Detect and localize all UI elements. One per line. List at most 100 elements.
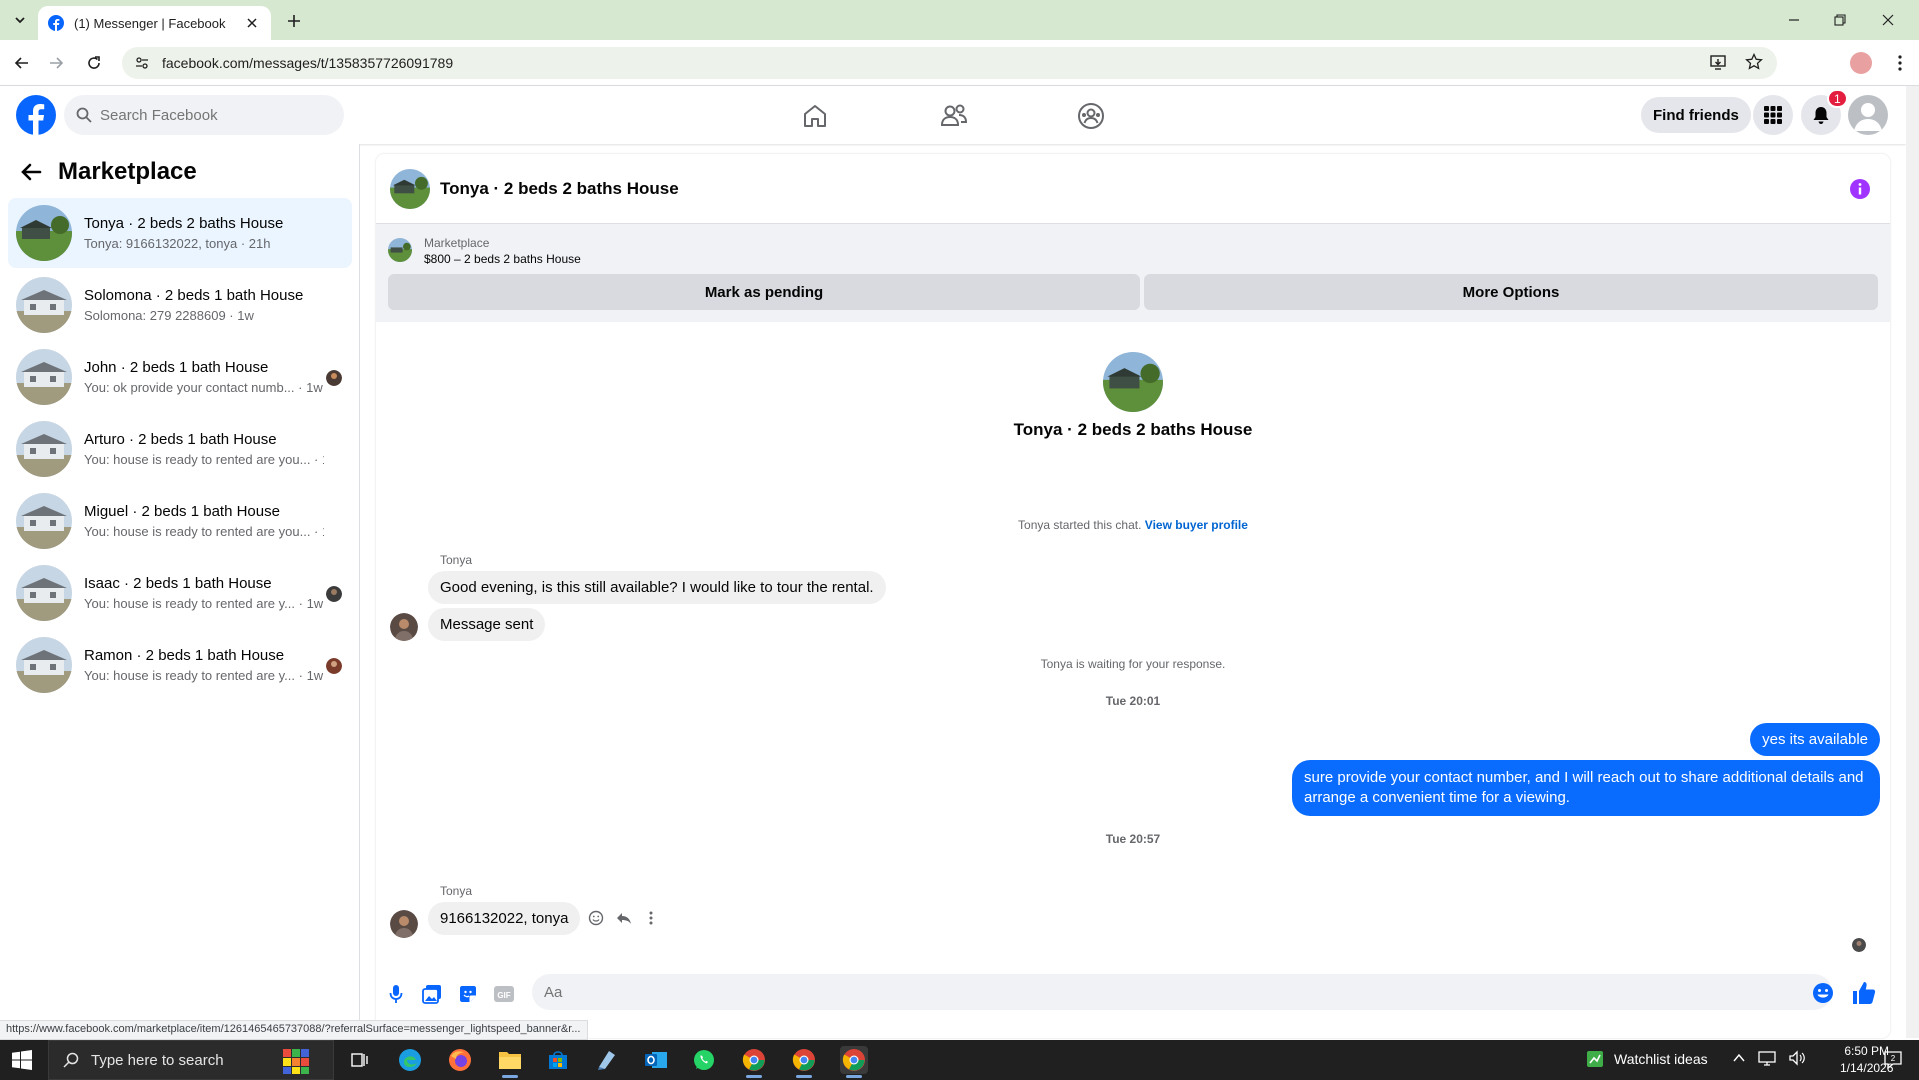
view-buyer-profile-link[interactable]: View buyer profile <box>1145 518 1248 532</box>
site-settings-icon[interactable] <box>134 55 150 71</box>
outlook-icon[interactable] <box>642 1046 670 1074</box>
windows-start-icon[interactable] <box>12 1050 32 1070</box>
timestamp: Tue 20:01 <box>1105 694 1161 708</box>
seen-avatar <box>326 370 342 386</box>
system-tray <box>1732 1050 1806 1066</box>
message-composer: GIF <box>376 962 1890 1022</box>
find-friends-button[interactable]: Find friends <box>1641 97 1751 133</box>
photo-icon[interactable] <box>420 982 444 1006</box>
search-input[interactable] <box>100 106 320 124</box>
incoming-message[interactable]: Good evening, is this still available? I… <box>428 571 886 604</box>
react-emoji-icon[interactable] <box>585 907 607 929</box>
chat-item-miguel[interactable]: Miguel · 2 beds 1 bath House You: house … <box>8 486 352 556</box>
conversation-avatar <box>1103 352 1163 412</box>
reload-icon[interactable] <box>82 51 106 75</box>
browser-toolbar: facebook.com/messages/t/1358357726091789 <box>0 40 1919 86</box>
url-text: facebook.com/messages/t/1358357726091789 <box>162 55 454 71</box>
link-hover-status: https://www.facebook.com/marketplace/ite… <box>0 1020 588 1040</box>
whatsapp-icon[interactable] <box>690 1046 718 1074</box>
sender-name: Tonya <box>440 553 473 567</box>
mark-as-pending-button[interactable]: Mark as pending <box>388 274 1140 310</box>
microsoft-store-icon[interactable] <box>544 1046 572 1074</box>
close-tab-icon[interactable] <box>243 14 261 32</box>
started-text: Tonya started this chat. <box>1018 518 1142 532</box>
gif-icon[interactable]: GIF <box>492 982 516 1006</box>
sender-avatar[interactable] <box>390 910 418 938</box>
browser-menu-icon[interactable] <box>1890 52 1910 74</box>
notification-center-icon[interactable]: 2 <box>1882 1049 1904 1071</box>
menu-grid-icon[interactable] <box>1753 95 1793 135</box>
file-explorer-icon[interactable] <box>496 1046 524 1078</box>
house-thumbnail[interactable] <box>390 168 430 209</box>
more-options-button[interactable]: More Options <box>1144 274 1878 310</box>
chat-item-ramon[interactable]: Ramon · 2 beds 1 bath House You: house i… <box>8 630 352 700</box>
chat-preview: Tonya: 9166132022, tonya · 21h <box>84 236 271 251</box>
notes-app-icon[interactable] <box>592 1046 620 1074</box>
chat-preview: You: house is ready to rented are you...… <box>84 452 324 467</box>
info-icon[interactable] <box>1850 179 1870 199</box>
back-arrow-icon[interactable] <box>20 161 42 183</box>
volume-icon[interactable] <box>1788 1050 1806 1066</box>
taskbar-search-box[interactable]: Type here to search <box>48 1040 334 1080</box>
facebook-favicon-icon <box>48 15 64 31</box>
network-icon[interactable] <box>1758 1050 1776 1066</box>
install-app-icon[interactable] <box>1709 53 1727 71</box>
chrome-active-icon[interactable] <box>840 1046 868 1078</box>
browser-profile-avatar[interactable] <box>1850 52 1872 74</box>
friends-icon[interactable] <box>934 96 974 136</box>
groups-icon[interactable] <box>1071 96 1111 136</box>
more-actions-icon[interactable] <box>640 907 662 929</box>
back-arrow-icon[interactable] <box>10 51 34 75</box>
outgoing-message[interactable]: sure provide your contact number, and I … <box>1292 760 1880 816</box>
bookmark-star-icon[interactable] <box>1745 53 1763 71</box>
address-bar[interactable]: facebook.com/messages/t/1358357726091789 <box>122 47 1777 79</box>
chat-preview: Solomona: 279 2288609 · 1w <box>84 308 254 323</box>
watchlist-widget[interactable]: Watchlist ideas <box>1586 1050 1708 1068</box>
stocks-icon <box>1587 1051 1603 1067</box>
conversation-title[interactable]: Tonya · 2 beds 2 baths House <box>440 179 679 199</box>
tab-search-icon[interactable] <box>8 8 32 32</box>
forward-arrow-icon[interactable] <box>44 51 68 75</box>
page-scrollbar[interactable] <box>1906 86 1919 1038</box>
minimize-icon[interactable] <box>1780 8 1808 32</box>
chat-preview: You: house is ready to rented are y... ·… <box>84 596 324 611</box>
home-icon[interactable] <box>795 96 835 136</box>
account-avatar[interactable] <box>1848 95 1888 135</box>
message-input[interactable] <box>532 974 1832 1010</box>
edge-browser-icon[interactable] <box>396 1046 424 1074</box>
chat-item-isaac[interactable]: Isaac · 2 beds 1 bath House You: house i… <box>8 558 352 628</box>
incoming-message[interactable]: 9166132022, tonya <box>428 902 581 935</box>
new-tab-icon[interactable] <box>283 10 305 32</box>
facebook-logo-icon[interactable] <box>16 95 56 135</box>
facebook-search-box[interactable] <box>64 95 344 135</box>
thumbs-up-icon[interactable] <box>1851 980 1877 1006</box>
chrome-profile-icon[interactable] <box>790 1046 818 1078</box>
chat-name: Arturo · 2 beds 1 bath House <box>84 431 277 448</box>
outgoing-message[interactable]: yes its available <box>1750 723 1880 756</box>
firefox-icon[interactable] <box>446 1046 474 1074</box>
listing-description[interactable]: $800 – 2 beds 2 baths House <box>424 252 581 266</box>
restore-icon[interactable] <box>1826 8 1854 32</box>
chat-item-arturo[interactable]: Arturo · 2 beds 1 bath House You: house … <box>8 414 352 484</box>
browser-tab-active[interactable]: (1) Messenger | Facebook <box>38 6 271 40</box>
chat-item-john[interactable]: John · 2 beds 1 bath House You: ok provi… <box>8 342 352 412</box>
sticker-icon[interactable] <box>456 982 480 1006</box>
marketplace-chat-list: Marketplace Tonya · 2 beds 2 baths House… <box>0 144 360 1038</box>
chevron-up-icon[interactable] <box>1732 1051 1746 1065</box>
reply-icon[interactable] <box>613 907 635 929</box>
chrome-icon[interactable] <box>740 1046 768 1078</box>
chat-name: Ramon · 2 beds 1 bath House <box>84 647 285 664</box>
chat-name: John · 2 beds 1 bath House <box>84 359 269 376</box>
microphone-icon[interactable] <box>384 982 408 1006</box>
listing-thumbnail[interactable] <box>388 238 412 262</box>
chat-item-solomona[interactable]: Solomona · 2 beds 1 bath House Solomona:… <box>8 270 352 340</box>
task-view-icon[interactable] <box>346 1046 374 1074</box>
incoming-message[interactable]: Message sent <box>428 608 546 641</box>
notification-count-badge: 1 <box>1827 89 1848 108</box>
emoji-icon[interactable] <box>1812 982 1834 1004</box>
svg-text:GIF: GIF <box>497 991 510 1000</box>
sender-avatar[interactable] <box>390 613 418 641</box>
listing-source: Marketplace <box>424 236 490 250</box>
chat-item-tonya[interactable]: Tonya · 2 beds 2 baths House Tonya: 9166… <box>8 198 352 268</box>
close-window-icon[interactable] <box>1874 8 1902 32</box>
